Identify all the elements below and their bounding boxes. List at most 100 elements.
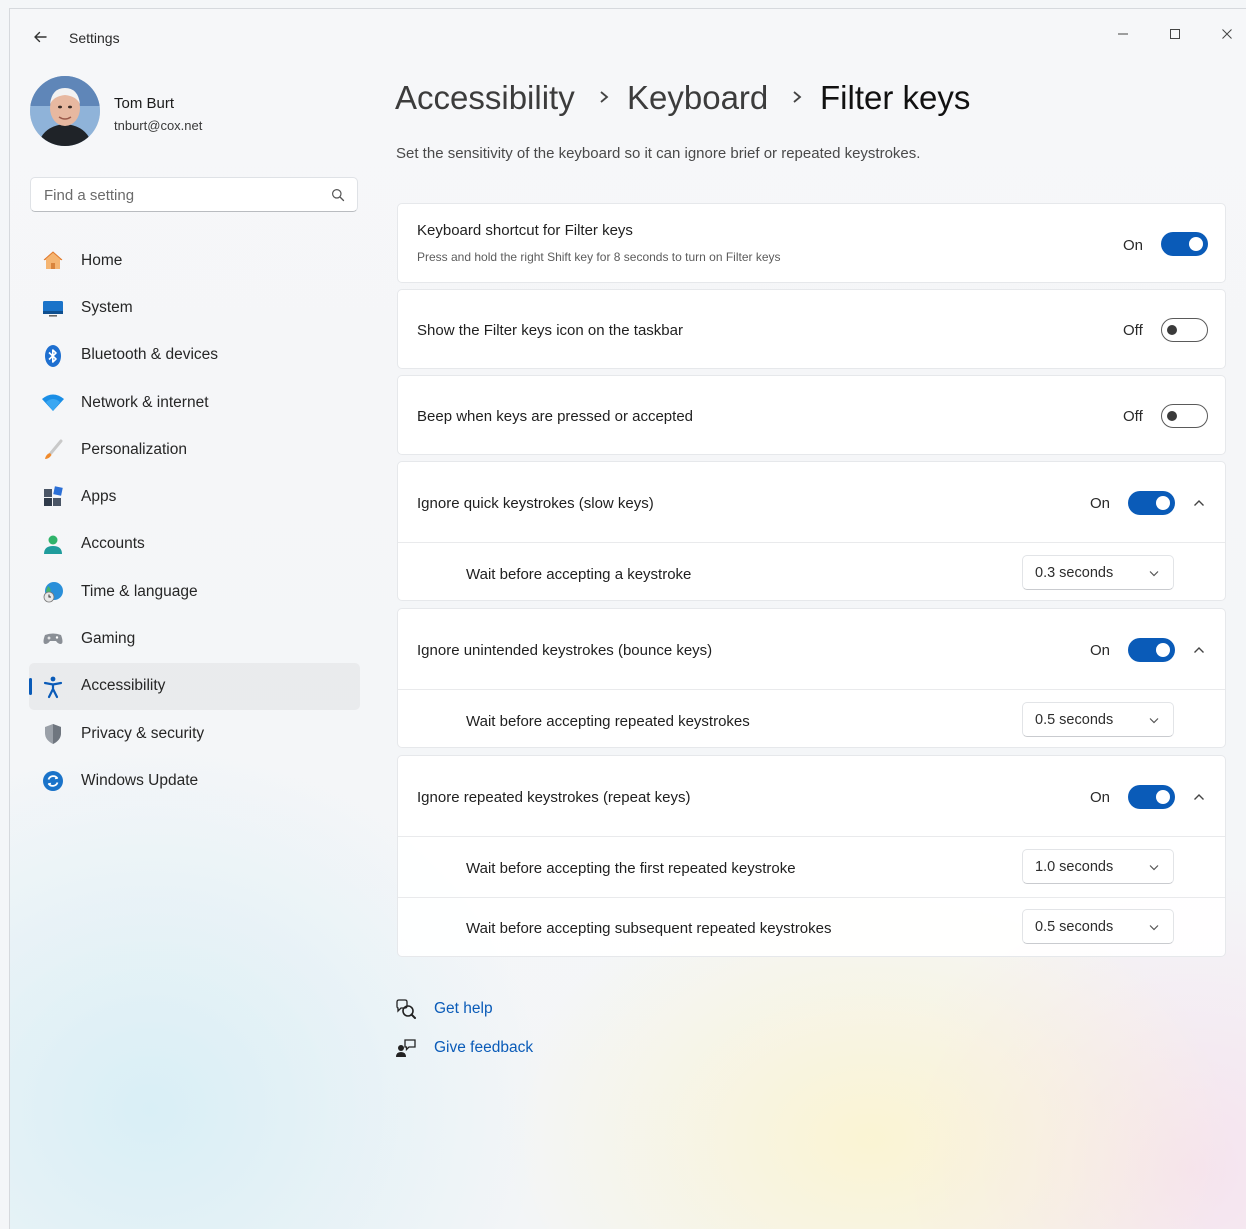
system-icon	[41, 296, 65, 320]
divider	[398, 689, 1225, 690]
user-email: tnburt@cox.net	[114, 118, 203, 133]
sidebar-item-label: Privacy & security	[81, 724, 205, 742]
sidebar-item-label: Home	[81, 251, 123, 269]
sidebar-item-time-language[interactable]: Time & language	[29, 568, 360, 615]
bounce-keys-toggle[interactable]	[1128, 638, 1175, 662]
close-button[interactable]	[1204, 19, 1246, 49]
sidebar-item-bluetooth[interactable]: Bluetooth & devices	[29, 332, 360, 379]
chevron-down-icon	[1149, 571, 1159, 577]
divider	[398, 836, 1225, 837]
sidebar-item-label: Time & language	[81, 582, 198, 600]
accessibility-icon	[41, 675, 65, 699]
sidebar-nav: Home System Bluetooth & devices Network …	[29, 237, 360, 805]
sidebar-item-personalization[interactable]: Personalization	[29, 426, 360, 473]
selection-indicator	[29, 677, 32, 695]
dropdown-value: 1.0 seconds	[1035, 859, 1114, 875]
bluetooth-icon	[41, 344, 65, 368]
setting-title: Show the Filter keys icon on the taskbar	[417, 322, 683, 339]
divider	[398, 897, 1225, 898]
setting-subtitle: Press and hold the right Shift key for 8…	[417, 250, 781, 264]
chevron-up-icon[interactable]	[1193, 793, 1205, 801]
toggle-state-label: On	[1090, 642, 1111, 659]
accounts-icon	[41, 533, 65, 557]
setting-card-repeat-keys: Ignore repeated keystrokes (repeat keys)…	[397, 755, 1226, 957]
toggle-state-label: On	[1123, 237, 1144, 254]
setting-card-bounce-keys: Ignore unintended keystrokes (bounce key…	[397, 608, 1226, 748]
divider	[398, 542, 1225, 543]
setting-card-shortcut: Keyboard shortcut for Filter keys Press …	[397, 203, 1226, 283]
sidebar-item-label: Windows Update	[81, 771, 199, 789]
setting-card-beep: Beep when keys are pressed or accepted O…	[397, 375, 1226, 455]
sidebar-item-label: System	[81, 298, 133, 316]
repeat-keys-first-wait-dropdown[interactable]: 1.0 seconds	[1022, 849, 1174, 884]
help-icon	[396, 999, 416, 1019]
sidebar-item-system[interactable]: System	[29, 284, 360, 331]
minimize-icon	[1118, 33, 1128, 35]
user-name: Tom Burt	[114, 95, 175, 112]
sidebar-item-home[interactable]: Home	[29, 237, 360, 284]
user-photo-icon	[30, 76, 100, 146]
minimize-button[interactable]	[1100, 19, 1146, 49]
toggle-state-label: On	[1090, 789, 1111, 806]
sidebar-item-label: Apps	[81, 488, 117, 506]
dropdown-value: 0.5 seconds	[1035, 919, 1114, 935]
sidebar-item-gaming[interactable]: Gaming	[29, 615, 360, 662]
bounce-keys-wait-dropdown[interactable]: 0.5 seconds	[1022, 702, 1174, 737]
sidebar-item-accessibility[interactable]: Accessibility	[29, 662, 360, 710]
repeat-keys-toggle[interactable]	[1128, 785, 1175, 809]
get-help-link[interactable]: Get help	[434, 1000, 493, 1018]
taskbar-icon-toggle[interactable]	[1161, 318, 1208, 342]
maximize-button[interactable]	[1152, 19, 1198, 49]
setting-title: Wait before accepting subsequent repeate…	[466, 920, 832, 937]
network-icon	[41, 391, 65, 415]
app-title: Settings	[69, 30, 120, 46]
setting-title: Keyboard shortcut for Filter keys	[417, 222, 633, 239]
toggle-state-label: On	[1090, 495, 1111, 512]
sidebar-item-label: Network & internet	[81, 393, 209, 411]
beep-toggle[interactable]	[1161, 404, 1208, 428]
breadcrumb-keyboard[interactable]: Keyboard	[627, 79, 768, 117]
repeat-keys-subsequent-wait-dropdown[interactable]: 0.5 seconds	[1022, 909, 1174, 944]
apps-icon	[41, 485, 65, 509]
sidebar-item-accounts[interactable]: Accounts	[29, 521, 360, 568]
feedback-icon	[396, 1039, 416, 1057]
sidebar-item-label: Personalization	[81, 440, 187, 458]
update-icon	[41, 769, 65, 793]
avatar[interactable]	[30, 76, 100, 146]
setting-title: Beep when keys are pressed or accepted	[417, 408, 693, 425]
dropdown-value: 0.5 seconds	[1035, 712, 1114, 728]
chevron-up-icon[interactable]	[1193, 646, 1205, 654]
sidebar-item-label: Accessibility	[81, 677, 166, 695]
sidebar-item-privacy-security[interactable]: Privacy & security	[29, 710, 360, 757]
slow-keys-wait-dropdown[interactable]: 0.3 seconds	[1022, 555, 1174, 590]
setting-title: Ignore unintended keystrokes (bounce key…	[417, 642, 713, 659]
back-arrow-icon[interactable]	[30, 27, 50, 47]
settings-window: Settings Tom Burt tnburt@cox.net Find a …	[9, 8, 1246, 1229]
setting-title: Ignore quick keystrokes (slow keys)	[417, 495, 654, 512]
shortcut-toggle[interactable]	[1161, 232, 1208, 256]
sidebar-item-windows-update[interactable]: Windows Update	[29, 757, 360, 804]
page-description: Set the sensitivity of the keyboard so i…	[396, 145, 921, 162]
chevron-down-icon	[1149, 718, 1159, 724]
chevron-right-icon	[600, 91, 609, 103]
setting-title: Wait before accepting a keystroke	[466, 566, 692, 583]
setting-card-slow-keys: Ignore quick keystrokes (slow keys) On W…	[397, 461, 1226, 601]
slow-keys-toggle[interactable]	[1128, 491, 1175, 515]
setting-title: Wait before accepting the first repeated…	[466, 860, 796, 877]
chevron-down-icon	[1149, 925, 1159, 931]
maximize-icon	[1170, 29, 1180, 39]
chevron-right-icon	[793, 91, 802, 103]
sidebar-item-label: Accounts	[81, 535, 145, 553]
chevron-up-icon[interactable]	[1193, 499, 1205, 507]
sidebar-item-apps[interactable]: Apps	[29, 473, 360, 520]
search-box[interactable]	[30, 177, 358, 212]
search-input[interactable]	[42, 186, 316, 205]
give-feedback-link[interactable]: Give feedback	[434, 1039, 533, 1057]
search-icon[interactable]	[331, 188, 345, 202]
setting-title: Ignore repeated keystrokes (repeat keys)	[417, 789, 691, 806]
breadcrumb-accessibility[interactable]: Accessibility	[395, 79, 575, 117]
globe-clock-icon	[41, 580, 65, 604]
sidebar-item-network[interactable]: Network & internet	[29, 379, 360, 426]
brush-icon	[41, 438, 65, 462]
toggle-state-label: Off	[1123, 408, 1143, 425]
